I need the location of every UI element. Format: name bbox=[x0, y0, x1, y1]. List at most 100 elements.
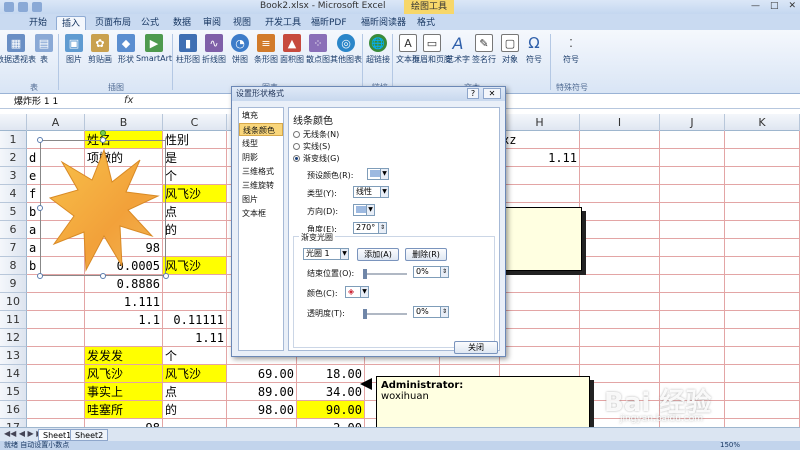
area-chart-button[interactable]: ▲ 面积图 bbox=[280, 34, 304, 65]
cell-k17[interactable] bbox=[725, 419, 800, 427]
cell-j2[interactable] bbox=[660, 149, 725, 167]
cell-c6[interactable]: 的 bbox=[163, 221, 227, 239]
cell-i7[interactable] bbox=[580, 239, 660, 257]
column-header[interactable]: B bbox=[85, 114, 163, 131]
cell-j5[interactable] bbox=[660, 203, 725, 221]
nav-shadow[interactable]: 阴影 bbox=[239, 151, 283, 164]
maximize-button[interactable]: □ bbox=[770, 1, 779, 11]
nav-fill[interactable]: 填充 bbox=[239, 109, 283, 122]
column-header[interactable]: I bbox=[580, 114, 660, 131]
cell-j10[interactable] bbox=[660, 293, 725, 311]
resize-handle[interactable] bbox=[37, 273, 43, 279]
bar-chart-button[interactable]: ≡ 条形图 bbox=[254, 34, 278, 65]
wordart-button[interactable]: A 艺术字 bbox=[446, 34, 470, 65]
row-header[interactable]: 8 bbox=[0, 257, 27, 275]
cell-a11[interactable] bbox=[27, 311, 85, 329]
header-footer-button[interactable]: ▭ 页眉和页脚 bbox=[412, 34, 452, 65]
row-header[interactable]: 4 bbox=[0, 185, 27, 203]
dialog-close-button[interactable]: ✕ bbox=[483, 88, 501, 99]
nav-line-color[interactable]: 线条颜色 bbox=[239, 123, 283, 136]
cell-k2[interactable] bbox=[725, 149, 800, 167]
cell-i5[interactable] bbox=[580, 203, 660, 221]
gradient-type-dropdown[interactable]: 线性 ▼ bbox=[353, 186, 389, 198]
tab-home[interactable]: 开始 bbox=[24, 16, 52, 30]
cell-j14[interactable] bbox=[660, 365, 725, 383]
cell-i14[interactable] bbox=[580, 365, 660, 383]
cell-b9[interactable]: 0.8886 bbox=[85, 275, 163, 293]
name-box[interactable]: 爆炸形 1 1 bbox=[2, 96, 120, 108]
gradient-stop-dropdown[interactable]: 光圈 1 ▼ bbox=[303, 248, 349, 260]
column-header[interactable]: C bbox=[163, 114, 227, 131]
row-header[interactable]: 13 bbox=[0, 347, 27, 365]
row-header[interactable]: 15 bbox=[0, 383, 27, 401]
cell-j6[interactable] bbox=[660, 221, 725, 239]
explosion-shape[interactable] bbox=[48, 148, 160, 272]
cell-j1[interactable] bbox=[660, 131, 725, 149]
pie-chart-button[interactable]: ◔ 饼图 bbox=[228, 34, 252, 65]
solid-line-radio[interactable] bbox=[293, 143, 300, 150]
comment-box[interactable]: Administrator: woxihuan bbox=[376, 376, 590, 432]
cell-c12[interactable]: 1.11 bbox=[163, 329, 227, 347]
tab-foxit-reader[interactable]: 福昕阅读器 bbox=[356, 16, 411, 30]
color-picker-button[interactable]: ◈ ▼ bbox=[345, 286, 369, 298]
cell-k7[interactable] bbox=[725, 239, 800, 257]
cell-e14[interactable]: 18.00 bbox=[297, 365, 365, 383]
tab-insert[interactable]: 插入 bbox=[56, 16, 87, 30]
minimize-button[interactable]: — bbox=[751, 1, 760, 11]
cell-i2[interactable] bbox=[580, 149, 660, 167]
cell-c16[interactable]: 的 bbox=[163, 401, 227, 419]
hyperlink-button[interactable]: 🌐 超链接 bbox=[366, 34, 390, 65]
select-all-corner[interactable] bbox=[0, 114, 27, 131]
cell-b15[interactable]: 事实上 bbox=[85, 383, 163, 401]
cell-h9[interactable] bbox=[500, 275, 580, 293]
row-header[interactable]: 11 bbox=[0, 311, 27, 329]
tab-format[interactable]: 格式 bbox=[412, 16, 440, 30]
row-header[interactable]: 14 bbox=[0, 365, 27, 383]
cell-c1[interactable]: 性别 bbox=[163, 131, 227, 149]
cell-a13[interactable] bbox=[27, 347, 85, 365]
cell-a12[interactable] bbox=[27, 329, 85, 347]
cell-c11[interactable]: 0.11111 bbox=[163, 311, 227, 329]
cell-b12[interactable] bbox=[85, 329, 163, 347]
row-header[interactable]: 12 bbox=[0, 329, 27, 347]
tab-foxit-pdf[interactable]: 福昕PDF bbox=[306, 16, 352, 30]
slider-thumb[interactable] bbox=[363, 269, 367, 279]
close-window-button[interactable]: ✕ bbox=[788, 1, 796, 11]
cell-c7[interactable] bbox=[163, 239, 227, 257]
nav-3d-rotation[interactable]: 三维旋转 bbox=[239, 179, 283, 192]
cell-j13[interactable] bbox=[660, 347, 725, 365]
row-header[interactable]: 3 bbox=[0, 167, 27, 185]
cell-k14[interactable] bbox=[725, 365, 800, 383]
scatter-chart-button[interactable]: ⁘ 散点图 bbox=[306, 34, 330, 65]
cell-d15[interactable]: 89.00 bbox=[227, 383, 297, 401]
cell-b14[interactable]: 风飞沙 bbox=[85, 365, 163, 383]
nav-picture[interactable]: 图片 bbox=[239, 193, 283, 206]
cell-i13[interactable] bbox=[580, 347, 660, 365]
angle-spinner[interactable]: 270° ⇕ bbox=[353, 222, 387, 234]
cell-d14[interactable]: 69.00 bbox=[227, 365, 297, 383]
cell-k3[interactable] bbox=[725, 167, 800, 185]
cell-c3[interactable]: 个 bbox=[163, 167, 227, 185]
pivot-table-button[interactable]: ▦ 数据透视表 bbox=[0, 34, 36, 65]
cell-k16[interactable] bbox=[725, 401, 800, 419]
cell-h4[interactable] bbox=[500, 185, 580, 203]
row-header[interactable]: 2 bbox=[0, 149, 27, 167]
undo-icon[interactable] bbox=[18, 2, 28, 12]
tab-review[interactable]: 审阅 bbox=[198, 16, 226, 30]
column-chart-button[interactable]: ▮ 柱形图 bbox=[176, 34, 200, 65]
cell-i10[interactable] bbox=[580, 293, 660, 311]
picture-button[interactable]: ▣ 图片 bbox=[62, 34, 86, 65]
nav-text-box[interactable]: 文本框 bbox=[239, 207, 283, 220]
other-charts-button[interactable]: ◎ 其他图表 bbox=[330, 34, 362, 65]
redo-icon[interactable] bbox=[32, 2, 42, 12]
cell-e17[interactable]: 2.00 bbox=[297, 419, 365, 427]
cell-h13[interactable] bbox=[500, 347, 580, 365]
cell-j8[interactable] bbox=[660, 257, 725, 275]
cell-a17[interactable] bbox=[27, 419, 85, 427]
cell-i6[interactable] bbox=[580, 221, 660, 239]
column-header[interactable]: H bbox=[500, 114, 580, 131]
end-position-slider[interactable] bbox=[363, 269, 407, 279]
tab-formulas[interactable]: 公式 bbox=[136, 16, 164, 30]
cell-h11[interactable] bbox=[500, 311, 580, 329]
cell-c4[interactable]: 风飞沙 bbox=[163, 185, 227, 203]
